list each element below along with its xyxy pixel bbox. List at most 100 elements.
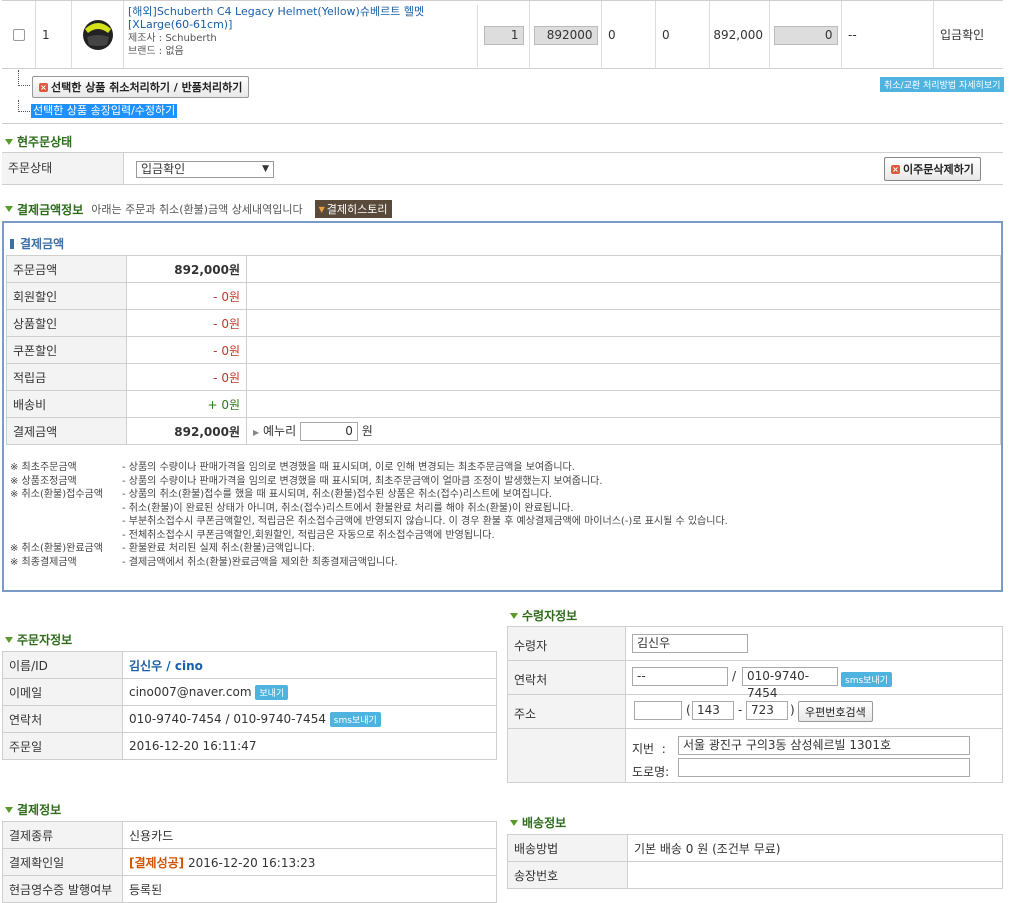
phone-value: 010-9740-7454 / 010-9740-7454	[129, 711, 326, 726]
note-line: ※ 상품조정금액 - 상품의 수량이나 판매가격을 임의로 변경했을 때 표시되며…	[10, 475, 990, 489]
note-key	[10, 529, 122, 543]
product-name-link[interactable]: [해외]Schuberth C4 Legacy Helmet(Yellow)슈베…	[128, 5, 448, 31]
receiver-phone2-input[interactable]: 010-9740-7454	[742, 667, 838, 700]
invoice-edit-link[interactable]: 선택한 상품 송장입력/수정하기	[31, 104, 178, 118]
payment-table: 주문금액 892,000원 회원할인 - 0원 상품할인 - 0원 쿠폰할인 - 0원 적립금 -…	[6, 255, 1001, 445]
zip2-input[interactable]: 723	[746, 701, 788, 720]
invoice-label: 송장번호	[507, 861, 628, 889]
pay-date-label: 결제확인일	[2, 848, 123, 876]
payment-history-label: 결제히스토리	[326, 203, 388, 216]
note-key	[10, 502, 122, 516]
payment-row-value: - 0원	[126, 282, 247, 310]
guide-link[interactable]: 취소/교환 처리방법 자세히보기	[880, 77, 1005, 92]
payment-row: 회원할인 - 0원	[6, 282, 1001, 310]
payment-row-value: - 0원	[126, 363, 247, 391]
road-address-input[interactable]	[678, 758, 970, 777]
payment-row-label: 적립금	[6, 363, 127, 391]
status-select[interactable]: 입금확인 ▼	[136, 161, 274, 178]
pay-type-label: 결제종류	[2, 821, 123, 849]
payment-row-extra	[246, 255, 1001, 283]
invoice-value	[627, 861, 1003, 889]
zip-extra-input[interactable]	[634, 701, 682, 720]
receipt-label: 현금영수증 발행여부	[2, 875, 123, 903]
receiver-phone1-input[interactable]: --	[632, 667, 728, 686]
paren-close: )	[790, 703, 795, 717]
tree-line-2	[18, 100, 30, 112]
note-text: - 부분취소접수시 쿠폰금액할인, 적립금은 취소접수금액에 반영되지 않습니다…	[122, 516, 728, 527]
note-line: ※ 취소(환불)완료금액 - 환불완료 처리된 실제 취소(환불)금액입니다.	[10, 542, 990, 556]
date-label: 주문일	[2, 732, 123, 760]
caret-icon: ▼	[318, 204, 325, 214]
ship-method-value: 기본 배송 0 원 (조건부 무료)	[627, 834, 1003, 862]
arrow-icon: ▶	[253, 427, 260, 437]
zip1-input[interactable]: 143	[692, 701, 734, 720]
payment-info-title: 결제금액정보 아래는 주문과 취소(환불)금액 상세내역입니다 ▼ 결제히스토리	[5, 200, 392, 218]
cancel-return-label: 선택한 상품 취소처리하기 / 반품처리하기	[51, 81, 243, 94]
col8-input[interactable]: 0	[773, 25, 838, 45]
payment-row-label: 결제금액	[6, 417, 127, 445]
note-key: ※ 상품조정금액	[10, 475, 77, 487]
paren-open: (	[686, 703, 691, 717]
triangle-icon	[5, 138, 13, 145]
payment-section-title-text: 결제정보	[17, 803, 62, 817]
orderer-name-link[interactable]: 김신우 / cino	[129, 659, 203, 673]
zip-search-button[interactable]: 우편번호검색	[798, 701, 873, 722]
triangle-icon	[5, 806, 13, 813]
divider	[2, 123, 1003, 124]
payment-row: 상품할인 - 0원	[6, 309, 1001, 337]
note-text: - 상품의 수량이나 판매가격을 임의로 변경했을 때 표시되며, 최초주문금액…	[122, 475, 603, 487]
note-text: - 상품의 수량이나 판매가격을 임의로 변경했을 때 표시되며, 이로 인해 …	[122, 462, 575, 473]
jibun-address-input[interactable]: 서울 광진구 구의3동 삼성쉐르빌 1301호	[678, 736, 970, 755]
payment-row: 결제금액 892,000원 ▶ 예누리 0 원	[6, 417, 1001, 445]
helmet-image	[83, 20, 113, 50]
col5-value: 0	[602, 1, 656, 69]
note-text: - 전체취소접수시 쿠폰금액할인,회원할인, 적립금은 자동으로 취소접수금액에…	[122, 529, 495, 541]
deposit-input[interactable]: 0	[299, 421, 358, 441]
delete-order-button[interactable]: × 이주문삭제하기	[884, 157, 981, 181]
orderer-title: 주문자정보	[5, 631, 72, 648]
note-line: - 취소(환불)이 완료된 상태가 아니며, 취소(접수)리스트에서 환불완료 …	[10, 502, 990, 516]
cancel-return-button[interactable]: × 선택한 상품 취소처리하기 / 반품처리하기	[32, 76, 250, 98]
dropdown-arrow-icon: ▼	[262, 164, 269, 174]
price-input[interactable]: 892000	[533, 25, 598, 45]
payment-row-value: - 0원	[126, 309, 247, 337]
item-no: 1	[36, 1, 72, 69]
triangle-icon	[5, 636, 13, 643]
item-checkbox[interactable]	[12, 29, 25, 41]
note-text: - 환불완료 처리된 실제 취소(환불)금액입니다.	[122, 543, 315, 554]
receiver-name-input[interactable]: 김신우	[632, 634, 748, 653]
payment-row-extra	[246, 309, 1001, 337]
orderer-table: 이름/ID 김신우 / cino 이메일 cino007@naver.com 보…	[2, 651, 497, 760]
payment-row-label: 회원할인	[6, 282, 127, 310]
note-line: ※ 취소(환불)접수금액 - 상품의 취소(환불)접수를 했을 때 표시되며, 취…	[10, 488, 990, 502]
payment-row: 배송비 + 0원	[6, 390, 1001, 418]
qty-input[interactable]: 1	[483, 25, 524, 45]
x-icon: ×	[39, 82, 48, 92]
shipping-title-text: 배송정보	[522, 816, 567, 830]
payment-history-button[interactable]: ▼ 결제히스토리	[314, 200, 392, 218]
address-label: 주소	[514, 707, 537, 721]
x-icon: ×	[891, 164, 900, 174]
note-key: ※ 취소(환불)접수금액	[10, 489, 103, 500]
current-status-title: 현주문상태	[5, 133, 72, 150]
jibun-label: 지번 :	[632, 742, 666, 756]
send-email-button[interactable]: 보내기	[255, 684, 289, 700]
item-status: 입금확인	[940, 28, 985, 42]
receiver-phone-label: 연락처	[514, 673, 548, 687]
product-thumbnail[interactable]	[72, 1, 124, 69]
payment-row: 쿠폰할인 - 0원	[6, 336, 1001, 364]
triangle-icon	[510, 612, 518, 619]
sms-button[interactable]: sms보내기	[329, 711, 381, 727]
payment-row-extra	[246, 390, 1001, 418]
receiver-title: 수령자정보	[510, 607, 577, 624]
deposit-label: 예누리	[262, 423, 297, 438]
payment-row-value: 892,000원	[126, 255, 247, 283]
product-maker: 제조사 : Schuberth	[128, 33, 217, 44]
item-amount: 892,000	[710, 1, 770, 69]
payment-row-extra: ▶ 예누리 0 원	[246, 417, 1001, 445]
status-select-value: 입금확인	[141, 162, 186, 176]
note-line: ※ 최초주문금액 - 상품의 수량이나 판매가격을 임의로 변경했을 때 표시되며…	[10, 461, 990, 475]
triangle-icon	[510, 819, 518, 826]
receiver-sms-button[interactable]: sms보내기	[841, 672, 892, 687]
note-text: - 결제금액에서 취소(환불)완료금액을 제외한 최종결제금액입니다.	[122, 556, 398, 568]
